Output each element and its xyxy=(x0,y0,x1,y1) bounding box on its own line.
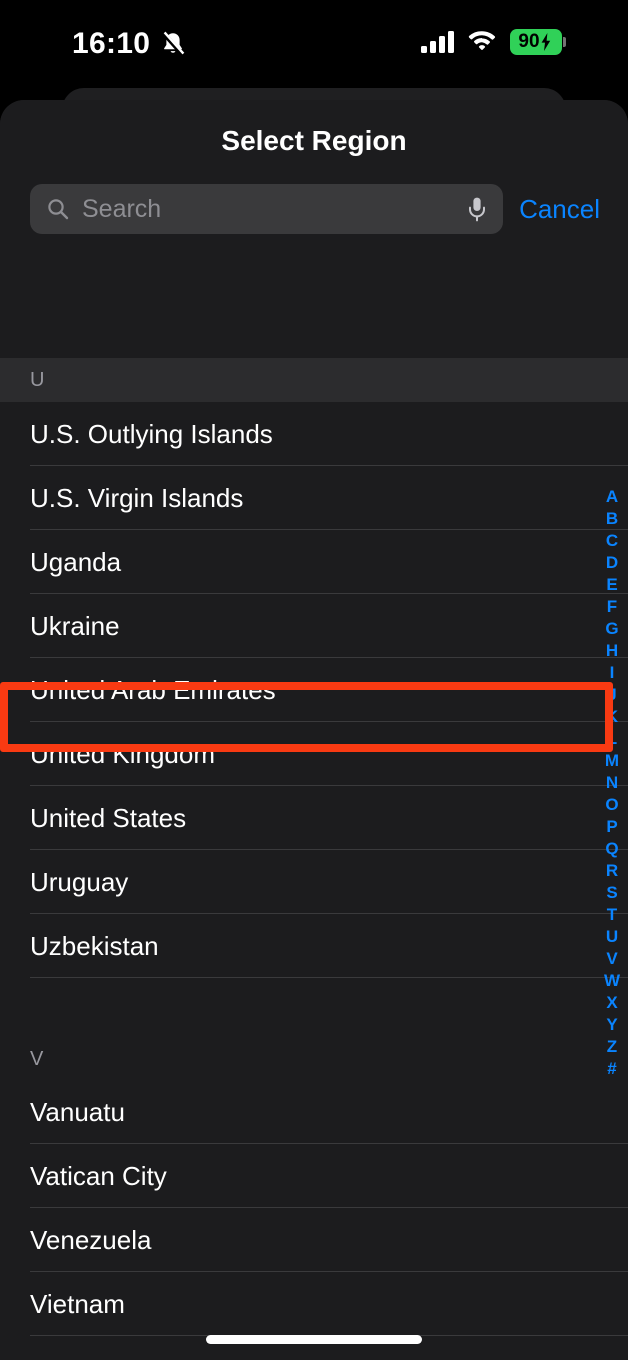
alpha-index-s[interactable]: S xyxy=(606,882,617,904)
wifi-icon xyxy=(467,28,497,55)
section-header-u: U xyxy=(0,358,628,402)
section-header-v: V xyxy=(0,1012,628,1080)
battery-body: 90 xyxy=(509,28,562,55)
list-item[interactable]: Venezuela xyxy=(0,1208,628,1272)
alpha-index-d[interactable]: D xyxy=(606,552,618,574)
alpha-index-c[interactable]: C xyxy=(606,530,618,552)
alpha-index-u[interactable]: U xyxy=(606,926,618,948)
status-bar: 16:10 90 xyxy=(0,0,628,88)
cellular-signal-icon xyxy=(420,30,454,53)
section-gap xyxy=(0,978,628,1012)
list-item[interactable]: United Kingdom xyxy=(0,722,628,786)
list-item[interactable]: Uzbekistan xyxy=(0,914,628,978)
list-item-label: Uruguay xyxy=(30,867,129,897)
list-item-label: United Kingdom xyxy=(30,739,215,769)
page-title: Select Region xyxy=(221,125,407,156)
alpha-index-y[interactable]: Y xyxy=(606,1014,617,1036)
alpha-index-e[interactable]: E xyxy=(606,574,617,596)
list-item[interactable]: United States xyxy=(0,786,628,850)
select-region-sheet: Select Region C xyxy=(0,100,628,1360)
search-icon xyxy=(46,197,70,221)
alpha-index-o[interactable]: O xyxy=(605,794,618,816)
status-bar-clock: 16:10 xyxy=(72,27,151,60)
list-item-label: Uzbekistan xyxy=(30,931,159,961)
alpha-index-p[interactable]: P xyxy=(606,816,617,838)
charging-bolt-icon xyxy=(541,32,550,51)
microphone-icon[interactable] xyxy=(465,195,489,223)
alpha-index-f[interactable]: F xyxy=(607,596,617,618)
alpha-index-h[interactable]: H xyxy=(606,640,618,662)
alpha-index-t[interactable]: T xyxy=(607,904,617,926)
alpha-index-i[interactable]: I xyxy=(610,662,615,684)
list-item-label: U.S. Outlying Islands xyxy=(30,419,273,449)
list-item-label: Vatican City xyxy=(30,1161,167,1191)
list-item-label: United States xyxy=(30,803,187,833)
bell-slash-icon xyxy=(160,30,186,58)
phone-screen: 16:10 90 Select Region Search Cancel U U… xyxy=(0,0,628,1360)
cancel-button[interactable]: Cancel xyxy=(519,195,600,223)
alpha-index-z[interactable]: Z xyxy=(607,1036,617,1058)
list-item-label: U.S. Virgin Islands xyxy=(30,483,244,513)
status-bar-left: 16:10 xyxy=(72,28,186,60)
list-item[interactable]: Ukraine xyxy=(0,594,628,658)
search-input[interactable] xyxy=(82,195,458,223)
sheet-header: Select Region xyxy=(0,100,628,158)
alpha-index-x[interactable]: X xyxy=(606,992,617,1014)
alpha-index-r[interactable]: R xyxy=(606,860,618,882)
battery-level-label: 90 xyxy=(518,31,540,52)
list-item-label: Uganda xyxy=(30,547,122,577)
search-bar-row: Cancel xyxy=(0,158,628,256)
alpha-index-k[interactable]: K xyxy=(606,706,618,728)
list-item-label: United Arab Emirates xyxy=(30,675,276,705)
list-item[interactable]: U.S. Virgin Islands xyxy=(0,466,628,530)
alpha-index-m[interactable]: M xyxy=(605,750,619,772)
list-item-label: Vanuatu xyxy=(30,1097,125,1127)
list-item[interactable]: Uruguay xyxy=(0,850,628,914)
list-item-label: Vietnam xyxy=(30,1289,125,1319)
alpha-index-hash[interactable]: # xyxy=(607,1058,616,1080)
region-list[interactable]: U U.S. Outlying Islands U.S. Virgin Island… xyxy=(0,358,628,1360)
battery-cap xyxy=(563,36,566,47)
list-item[interactable]: Vatican City xyxy=(0,1144,628,1208)
status-bar-right: 90 xyxy=(420,28,566,55)
alpha-index-j[interactable]: J xyxy=(607,684,616,706)
alpha-index-g[interactable]: G xyxy=(605,618,618,640)
list-item[interactable]: Vietnam xyxy=(0,1272,628,1336)
alpha-index-a[interactable]: A xyxy=(606,486,618,508)
alpha-index-w[interactable]: W xyxy=(604,970,620,992)
battery-indicator: 90 xyxy=(509,28,566,55)
alphabet-index[interactable]: A B C D E F G H I J K L M N O P Q R S T U V W X Y Z # xyxy=(601,486,623,1080)
list-item[interactable]: Uganda xyxy=(0,530,628,594)
list-item-label: Venezuela xyxy=(30,1225,152,1255)
alpha-index-b[interactable]: B xyxy=(606,508,618,530)
list-item[interactable]: Vanuatu xyxy=(0,1080,628,1144)
alpha-index-n[interactable]: N xyxy=(606,772,618,794)
alpha-index-q[interactable]: Q xyxy=(605,838,618,860)
alpha-index-v[interactable]: V xyxy=(606,948,617,970)
home-indicator xyxy=(206,1335,422,1344)
list-item-label: Ukraine xyxy=(30,611,120,641)
search-field[interactable] xyxy=(30,184,504,234)
list-item[interactable]: United Arab Emirates xyxy=(0,658,628,722)
alpha-index-l[interactable]: L xyxy=(607,728,617,750)
list-item[interactable]: U.S. Outlying Islands xyxy=(0,402,628,466)
